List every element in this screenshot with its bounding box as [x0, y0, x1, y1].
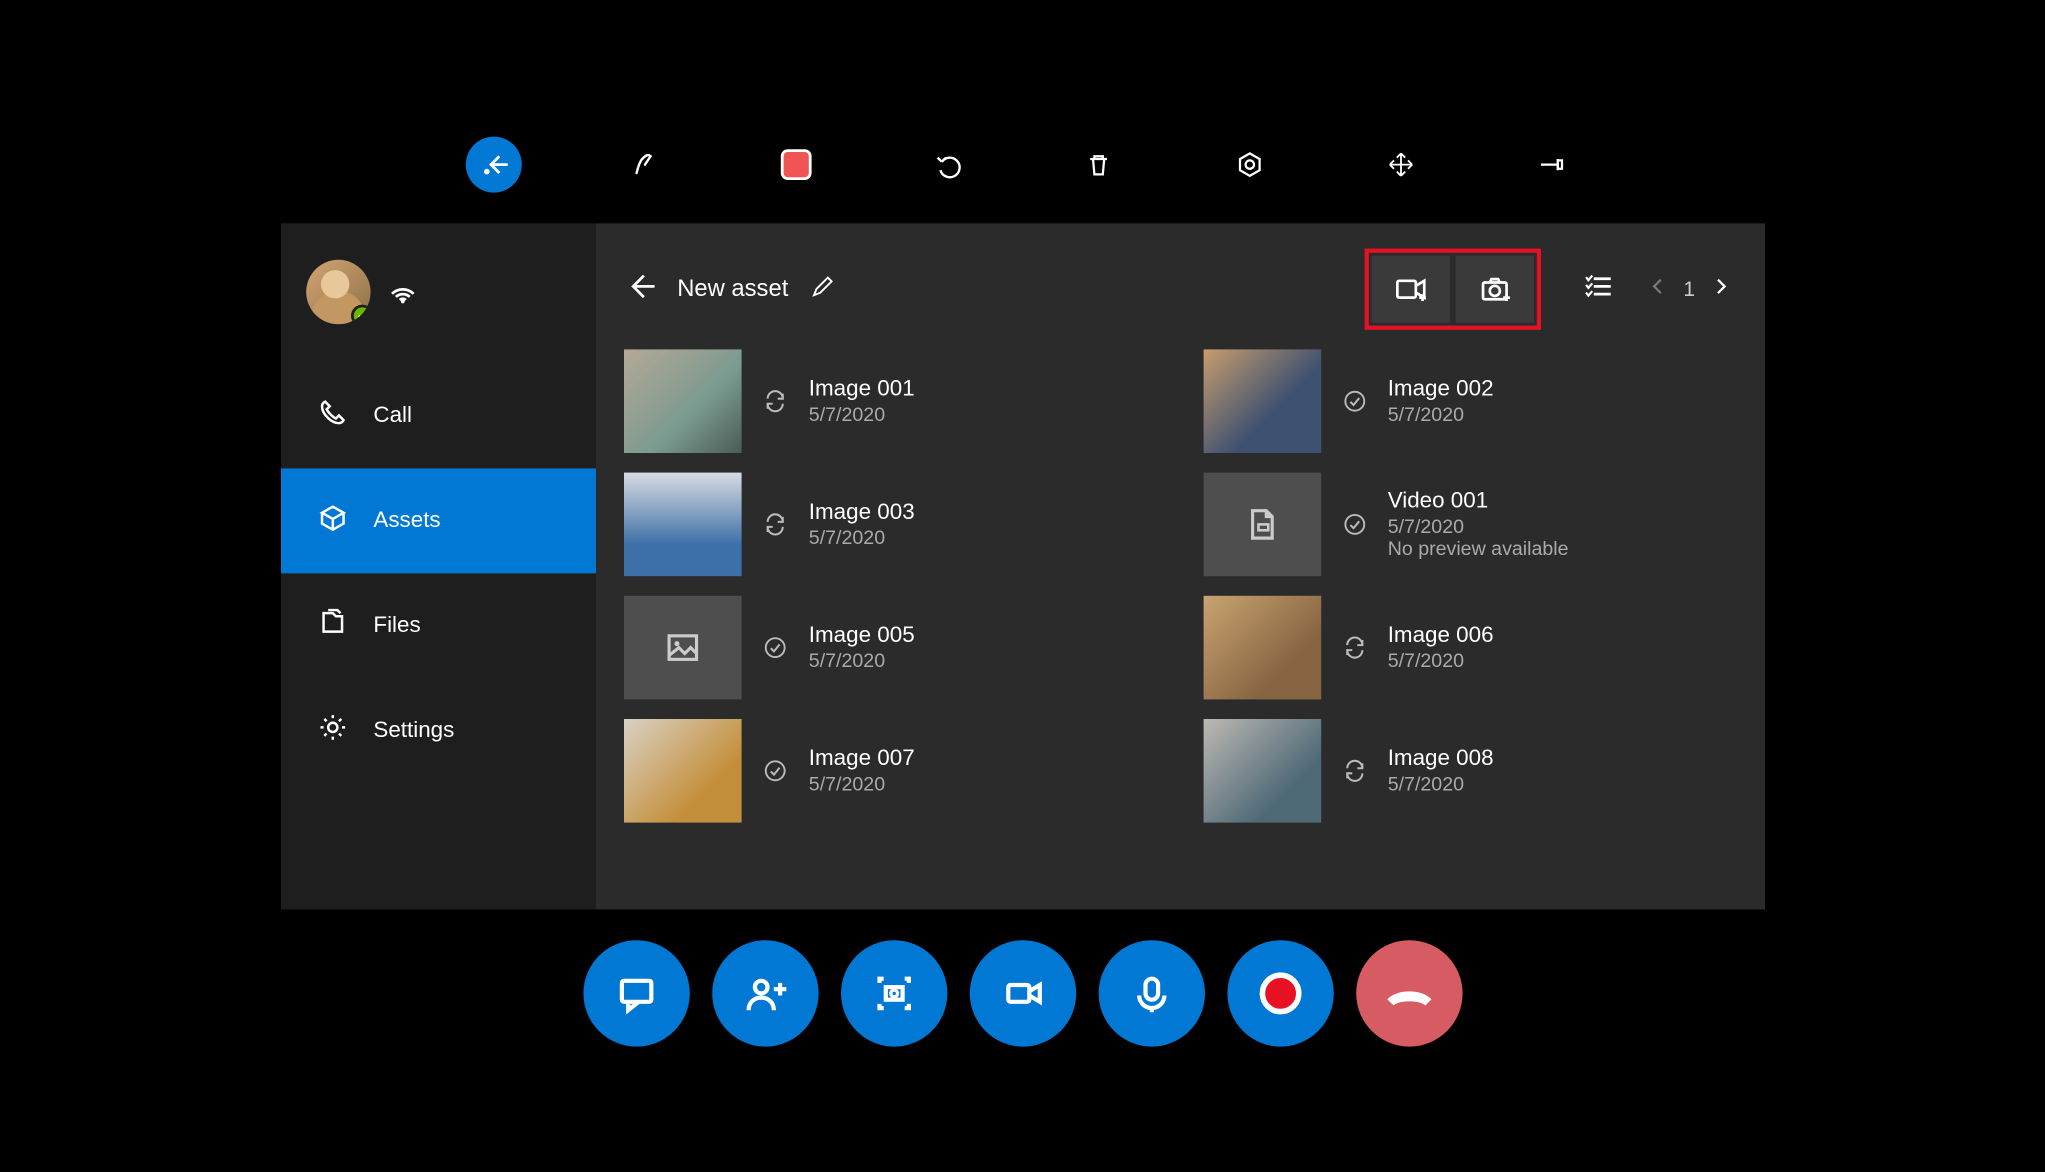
asset-item[interactable]: Image 006 5/7/2020: [1202, 596, 1725, 700]
asset-thumbnail: [1202, 349, 1320, 453]
sidebar-item-assets[interactable]: Assets: [281, 468, 596, 573]
asset-date: 5/7/2020: [808, 772, 914, 794]
sidebar-item-label: Assets: [373, 508, 440, 533]
asset-title: Image 002: [1387, 377, 1493, 402]
add-photo-button[interactable]: [1455, 256, 1533, 323]
capture-button[interactable]: [841, 940, 947, 1046]
mic-toggle-button[interactable]: [1098, 940, 1204, 1046]
asset-title: Image 008: [1387, 747, 1493, 772]
files-icon: [317, 607, 348, 645]
sync-refresh-icon: [1340, 635, 1368, 660]
back-button[interactable]: [624, 269, 658, 310]
main-content: New asset 1: [596, 223, 1765, 909]
sync-done-icon: [1340, 512, 1368, 537]
asset-date: 5/7/2020: [808, 403, 914, 425]
asset-note: No preview available: [1387, 537, 1568, 559]
asset-title: Image 005: [808, 624, 914, 649]
asset-item[interactable]: Image 008 5/7/2020: [1202, 719, 1725, 823]
move-tool-button[interactable]: [1373, 137, 1429, 193]
page-number: 1: [1683, 277, 1695, 301]
asset-date: 5/7/2020: [1387, 772, 1493, 794]
presence-badge-available: [351, 305, 371, 325]
sync-done-icon: [761, 635, 789, 660]
asset-title: Image 001: [808, 377, 914, 402]
app-frame: Call Assets Files Settings New asset: [281, 125, 1765, 1046]
asset-thumbnail: [624, 349, 742, 453]
hangup-button[interactable]: [1356, 940, 1462, 1046]
prev-page-button[interactable]: [1646, 275, 1668, 304]
sync-refresh-icon: [761, 389, 789, 414]
annotation-toolbar: [281, 125, 1765, 223]
video-toggle-button[interactable]: [969, 940, 1075, 1046]
sidebar-item-files[interactable]: Files: [281, 573, 596, 678]
asset-title: Image 003: [808, 501, 914, 526]
color-picker-button[interactable]: [768, 137, 824, 193]
capture-tools-highlight: [1364, 249, 1540, 330]
arrow-tool-button[interactable]: [465, 137, 521, 193]
delete-button[interactable]: [1070, 137, 1126, 193]
next-page-button[interactable]: [1709, 275, 1731, 304]
sync-done-icon: [1340, 389, 1368, 414]
avatar[interactable]: [306, 260, 370, 324]
profile-area: [281, 246, 596, 364]
sidebar: Call Assets Files Settings: [281, 223, 596, 909]
asset-date: 5/7/2020: [1387, 515, 1568, 537]
main-panel: Call Assets Files Settings New asset: [281, 223, 1765, 909]
asset-item[interactable]: Image 007 5/7/2020: [624, 719, 1147, 823]
sidebar-item-label: Call: [373, 403, 412, 428]
asset-title: Image 006: [1387, 624, 1493, 649]
asset-item[interactable]: Image 005 5/7/2020: [624, 596, 1147, 700]
sync-refresh-icon: [1340, 758, 1368, 783]
sidebar-item-settings[interactable]: Settings: [281, 678, 596, 783]
call-controls: [281, 909, 1765, 1046]
add-participant-button[interactable]: [712, 940, 818, 1046]
select-mode-button[interactable]: [1582, 270, 1613, 308]
asset-item[interactable]: Image 002 5/7/2020: [1202, 349, 1725, 453]
asset-title: Video 001: [1387, 489, 1568, 514]
add-video-button[interactable]: [1371, 256, 1449, 323]
edit-title-button[interactable]: [810, 273, 835, 305]
page-title: New asset: [677, 275, 788, 303]
asset-date: 5/7/2020: [1387, 649, 1493, 671]
wifi-icon: [387, 273, 418, 311]
asset-thumbnail-placeholder: [624, 596, 742, 700]
asset-thumbnail: [624, 473, 742, 577]
pin-button[interactable]: [1524, 137, 1580, 193]
gear-icon: [317, 712, 348, 750]
sidebar-item-label: Files: [373, 613, 420, 638]
box-icon: [317, 502, 348, 540]
chat-button[interactable]: [583, 940, 689, 1046]
asset-date: 5/7/2020: [808, 649, 914, 671]
sidebar-item-label: Settings: [373, 718, 454, 743]
undo-button[interactable]: [919, 137, 975, 193]
asset-thumbnail: [1202, 596, 1320, 700]
phone-icon: [317, 397, 348, 435]
ink-tool-button[interactable]: [617, 137, 673, 193]
asset-thumbnail: [1202, 719, 1320, 823]
color-swatch-red: [780, 149, 811, 180]
asset-item[interactable]: Image 003 5/7/2020: [624, 473, 1147, 577]
asset-title: Image 007: [808, 747, 914, 772]
sidebar-item-call[interactable]: Call: [281, 363, 596, 468]
sync-refresh-icon: [761, 512, 789, 537]
pager: 1: [1646, 275, 1730, 304]
asset-date: 5/7/2020: [808, 526, 914, 548]
sync-done-icon: [761, 758, 789, 783]
asset-thumbnail: [624, 719, 742, 823]
asset-date: 5/7/2020: [1387, 403, 1493, 425]
asset-item[interactable]: Video 001 5/7/2020 No preview available: [1202, 473, 1725, 577]
asset-thumbnail-placeholder: [1202, 473, 1320, 577]
shape-tool-button[interactable]: [1221, 137, 1277, 193]
record-button[interactable]: [1227, 940, 1333, 1046]
content-header: New asset 1: [596, 223, 1765, 349]
asset-item[interactable]: Image 001 5/7/2020: [624, 349, 1147, 453]
asset-grid: Image 001 5/7/2020 Image 002 5/7/2020: [596, 349, 1765, 845]
